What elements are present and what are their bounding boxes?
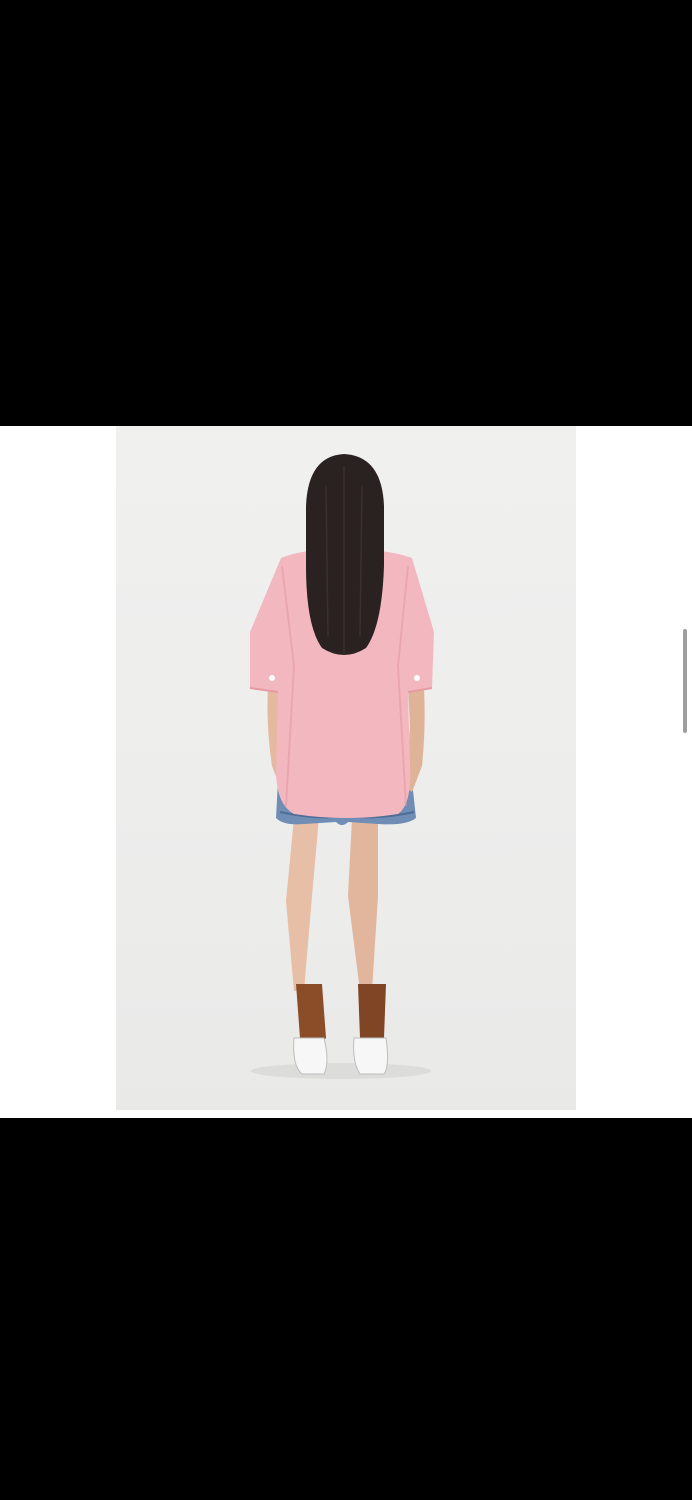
floor-shadow [251, 1063, 431, 1079]
scroll-indicator[interactable] [683, 629, 687, 733]
bottom-letterbox [0, 1118, 692, 1500]
image-content-area[interactable] [0, 426, 692, 1118]
model-illustration [249, 454, 434, 1079]
top-letterbox [0, 0, 692, 426]
product-photo[interactable] [116, 426, 576, 1110]
long-dark-hair [306, 454, 384, 655]
left-sock [296, 984, 326, 1046]
left-sleeve-button [269, 675, 275, 681]
right-sleeve-button [414, 675, 420, 681]
image-viewer-screen [0, 0, 692, 1500]
right-shoe [353, 1037, 389, 1075]
left-leg [286, 818, 319, 991]
right-sock [358, 984, 386, 1046]
left-shoe [293, 1037, 328, 1075]
right-leg [348, 818, 378, 991]
